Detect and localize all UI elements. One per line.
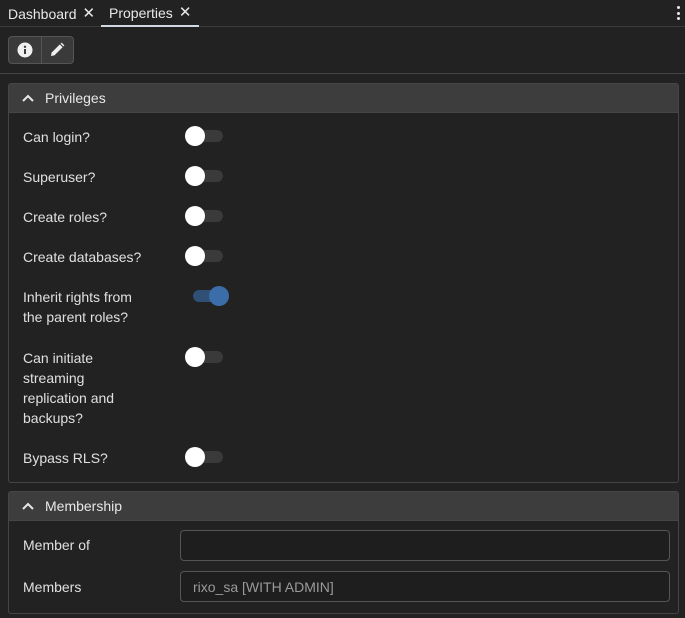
membership-title: Membership xyxy=(45,498,123,514)
members-input[interactable]: rixo_sa [WITH ADMIN] xyxy=(180,571,670,602)
membership-header[interactable]: Membership xyxy=(9,492,678,521)
create-databases-label: Create databases? xyxy=(23,249,142,265)
member-of-label: Member of xyxy=(23,537,90,553)
replication-label-line1: Can initiate xyxy=(23,350,94,366)
info-button[interactable] xyxy=(9,37,41,63)
bypass-rls-label: Bypass RLS? xyxy=(23,450,108,466)
tab-bar: Dashboard ✕ Properties ✕ xyxy=(0,0,685,27)
close-icon[interactable]: ✕ xyxy=(83,6,96,21)
can-login-toggle[interactable] xyxy=(185,125,225,147)
inherit-rights-toggle[interactable] xyxy=(185,285,229,307)
replication-label: Can initiate streaming replication and b… xyxy=(23,348,114,428)
can-login-label: Can login? xyxy=(23,129,90,145)
tab-properties[interactable]: Properties ✕ xyxy=(101,0,200,27)
properties-toolbar xyxy=(8,36,74,64)
create-roles-label: Create roles? xyxy=(23,209,108,225)
membership-section: Membership Member of Members rixo_sa [WI… xyxy=(8,491,679,614)
toolbar-divider xyxy=(0,73,685,74)
pencil-icon xyxy=(51,42,65,56)
create-databases-toggle[interactable] xyxy=(185,245,225,267)
bypass-rls-toggle[interactable] xyxy=(185,446,225,468)
more-options-icon[interactable] xyxy=(675,4,681,22)
members-label: Members xyxy=(23,579,82,595)
member-of-input[interactable] xyxy=(180,530,670,561)
tab-dashboard-label: Dashboard xyxy=(8,5,77,22)
privileges-header[interactable]: Privileges xyxy=(9,84,678,113)
superuser-toggle[interactable] xyxy=(185,165,225,187)
replication-label-line4: backups? xyxy=(23,410,83,426)
close-icon[interactable]: ✕ xyxy=(179,5,192,20)
chevron-up-icon[interactable] xyxy=(21,91,35,105)
replication-label-line2: streaming xyxy=(23,370,85,386)
replication-label-line3: replication and xyxy=(23,390,115,406)
privileges-section: Privileges Can login? Superuser? Create … xyxy=(8,83,679,483)
replication-toggle[interactable] xyxy=(185,346,225,368)
tab-dashboard[interactable]: Dashboard ✕ xyxy=(0,0,103,27)
info-icon xyxy=(17,42,33,58)
inherit-rights-label-line1: Inherit rights from xyxy=(23,289,132,305)
edit-button[interactable] xyxy=(40,37,73,63)
inherit-rights-label: Inherit rights from the parent roles? xyxy=(23,287,132,327)
chevron-up-icon[interactable] xyxy=(21,499,35,513)
tab-properties-label: Properties xyxy=(109,4,173,21)
inherit-rights-label-line2: the parent roles? xyxy=(23,309,129,325)
privileges-title: Privileges xyxy=(45,90,106,106)
create-roles-toggle[interactable] xyxy=(185,205,225,227)
superuser-label: Superuser? xyxy=(23,169,96,185)
